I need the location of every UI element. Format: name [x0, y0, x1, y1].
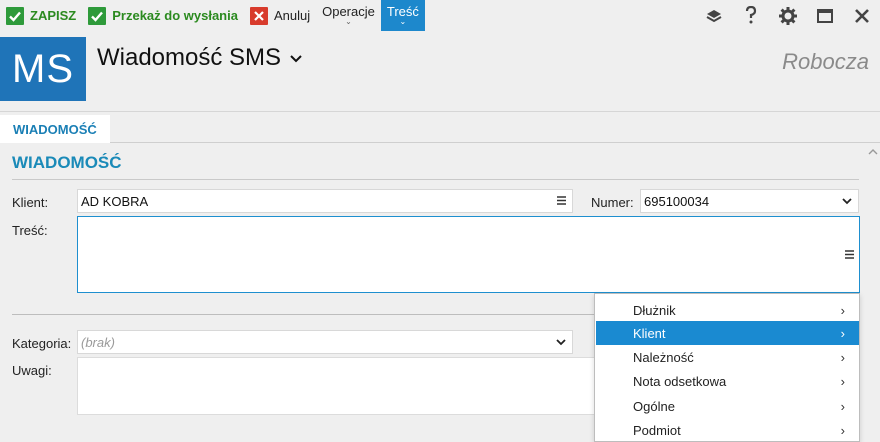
client-label: Klient:: [12, 195, 49, 210]
category-label: Kategoria:: [12, 336, 72, 351]
number-label: Numer:: [591, 195, 634, 210]
toolbar: ZAPISZ Przekaż do wysłania Anuluj Operac…: [0, 0, 880, 31]
menu-item-label: Nota odsetkowa: [633, 373, 727, 389]
menu-item-debtor[interactable]: Dłużnik ›: [596, 298, 859, 322]
maximize-icon[interactable]: [806, 0, 843, 31]
content-menu-button[interactable]: Treść ⌄: [380, 0, 425, 31]
number-select[interactable]: 695100034: [640, 189, 859, 213]
page-title[interactable]: Wiadomość SMS: [97, 44, 302, 72]
number-value: 695100034: [644, 193, 710, 209]
chevron-right-icon: ›: [840, 302, 845, 318]
status-label: Robocza: [782, 49, 869, 74]
module-logo: MS: [0, 37, 86, 101]
operations-menu-button[interactable]: Operacje ⌄: [316, 0, 381, 31]
tab-strip: WIADOMOŚĆ: [0, 111, 880, 144]
page-title-text: Wiadomość SMS: [97, 44, 282, 71]
chevron-down-icon: [842, 194, 852, 208]
chevron-down-icon: ⌄: [345, 16, 352, 26]
menu-item-receivable[interactable]: Należność ›: [596, 345, 859, 369]
menu-item-entity[interactable]: Podmiot ›: [596, 418, 859, 442]
record-header: MS Wiadomość SMS Robocza: [0, 31, 880, 111]
scroll-up-icon[interactable]: [868, 146, 878, 158]
menu-item-label: Klient: [633, 325, 666, 341]
window-controls: [695, 0, 880, 31]
menu-item-general[interactable]: Ogólne ›: [596, 394, 859, 418]
close-window-icon[interactable]: [843, 0, 880, 31]
content-dropdown-menu: Dłużnik › Klient › Należność › Nota odse…: [594, 293, 860, 442]
chevron-right-icon: ›: [840, 325, 845, 341]
category-select[interactable]: (brak): [77, 330, 573, 354]
notes-label: Uwagi:: [12, 363, 52, 378]
chevron-down-icon: ⌄: [399, 16, 407, 26]
category-value: (brak): [81, 334, 115, 350]
client-field[interactable]: AD KOBRA: [77, 189, 573, 213]
menu-item-label: Podmiot: [633, 422, 681, 438]
chevron-down-icon: [556, 335, 566, 349]
content-textarea[interactable]: [77, 216, 860, 293]
menu-item-label: Należność: [633, 349, 694, 365]
cancel-label: Anuluj: [273, 8, 311, 23]
save-label: ZAPISZ: [30, 8, 77, 23]
close-icon: [249, 6, 268, 25]
menu-item-label: Dłużnik: [633, 302, 676, 318]
menu-item-interest-note[interactable]: Nota odsetkowa ›: [596, 369, 859, 393]
cancel-button[interactable]: Anuluj: [244, 0, 316, 31]
check-icon: [6, 6, 24, 25]
notes-textarea[interactable]: [77, 357, 597, 415]
check-icon: [88, 6, 107, 25]
chevron-right-icon: ›: [840, 373, 845, 389]
menu-item-label: Ogólne: [633, 398, 675, 414]
list-icon[interactable]: [845, 248, 854, 262]
chevron-down-icon: [290, 50, 302, 66]
layers-icon[interactable]: [695, 0, 732, 31]
save-button[interactable]: ZAPISZ: [0, 0, 82, 31]
chevron-right-icon: ›: [840, 422, 845, 438]
menu-item-client[interactable]: Klient ›: [596, 321, 859, 345]
gear-icon[interactable]: [769, 0, 806, 31]
section-title: WIADOMOŚĆ: [12, 153, 122, 172]
send-button[interactable]: Przekaż do wysłania: [82, 0, 244, 31]
chevron-right-icon: ›: [840, 398, 845, 414]
chevron-right-icon: ›: [840, 349, 845, 365]
tab-message[interactable]: WIADOMOŚĆ: [0, 115, 110, 144]
section-divider: [12, 179, 859, 180]
client-value: AD KOBRA: [81, 193, 149, 209]
help-icon[interactable]: [732, 0, 769, 31]
list-icon[interactable]: [557, 194, 566, 208]
content-label: Treść:: [12, 223, 48, 238]
form-divider: [12, 314, 595, 315]
send-label: Przekaż do wysłania: [112, 8, 238, 23]
